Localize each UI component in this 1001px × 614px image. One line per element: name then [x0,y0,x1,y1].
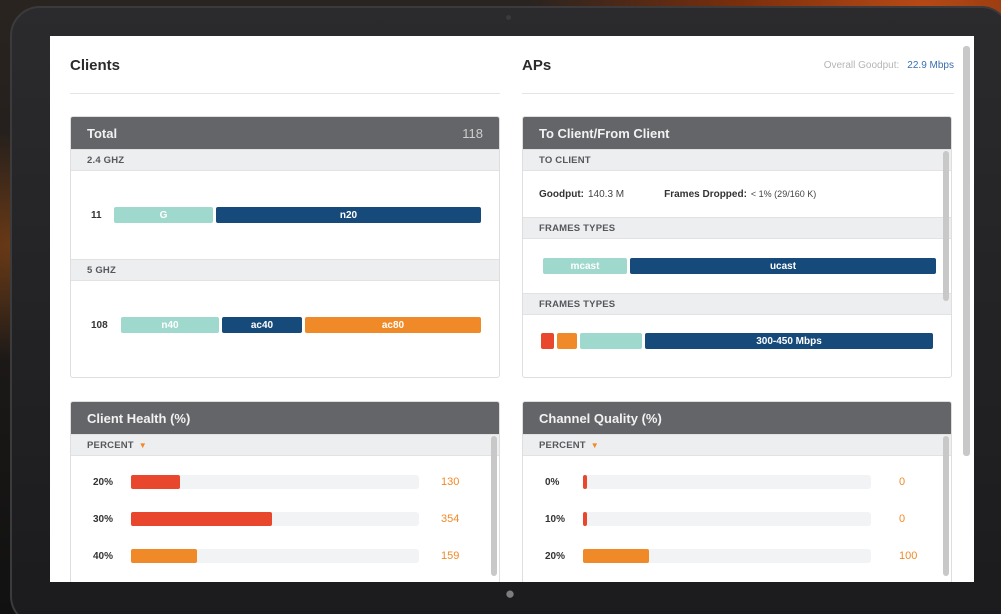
channel-quality-sort-label: PERCENT [539,439,586,451]
channel-quality-row-value: 100 [899,550,918,562]
clients-title: Clients [70,57,121,74]
traffic-card-header: To Client/From Client [523,117,951,149]
rate-row: 300-450 Mbps [523,315,951,367]
channel-quality-row-value: 0 [899,513,906,525]
client-health-row: 20% 130 [71,472,499,492]
frames-dropped-label: Frames Dropped: [664,188,747,200]
total-card-title: Total [87,125,118,141]
camera-icon [506,15,511,20]
client-health-row-value: 159 [441,550,460,562]
frame-types-row: mcast ucast [523,239,951,293]
overall-goodput-value: 22.9 Mbps [907,60,954,71]
band-24ghz-row: 11 G n20 [71,171,499,259]
band-5ghz-header: 5 GHZ [71,259,499,281]
band-5ghz-label: 5 GHZ [87,264,116,276]
to-client-header: TO CLIENT [523,149,951,171]
band-5ghz-row: 108 n40 ac40 ac80 [71,281,499,369]
goodput-value: 140.3 M [587,188,625,200]
channel-quality-card: Channel Quality (%) PERCENT ▼ 0% 0 10% 0 20%… [522,401,952,582]
total-count: 118 [462,125,483,141]
channel-quality-bar-fill[interactable] [583,549,649,563]
channel-quality-bar-track [583,512,871,526]
to-client-stats: Goodput: 140.3 M Frames Dropped: < 1% (2… [523,171,951,217]
channel-quality-rows: 0% 0 10% 0 20% 100 [523,456,951,582]
segment-ac80[interactable]: ac80 [305,317,481,333]
client-health-row-label: 20% [93,476,114,488]
page-scrollbar[interactable] [963,46,970,456]
frames-dropped-value: < 1% (29/160 K) [750,189,817,199]
segment-g[interactable]: G [114,207,213,223]
channel-quality-row-label: 0% [545,476,560,488]
channel-quality-bar-fill[interactable] [583,512,587,526]
client-health-bar-track [131,512,419,526]
band-24ghz-header: 2.4 GHZ [71,149,499,171]
segment-n20[interactable]: n20 [216,207,481,223]
channel-quality-row: 20% 100 [523,546,951,566]
client-health-sort[interactable]: PERCENT ▼ [71,434,499,456]
segment-n40[interactable]: n40 [121,317,219,333]
caret-down-icon: ▼ [138,440,147,450]
segment-ac40[interactable]: ac40 [222,317,302,333]
overall-goodput-label: Overall Goodput: [823,60,900,71]
client-health-row-value: 354 [441,513,460,525]
channel-quality-row: 10% 0 [523,509,951,529]
client-health-bar-fill[interactable] [131,475,180,489]
client-health-bar-fill[interactable] [131,512,272,526]
total-card-header: Total 118 [71,117,499,149]
band-24ghz-count: 11 [91,209,102,221]
client-health-scrollbar[interactable] [491,436,497,576]
client-health-row: 30% 354 [71,509,499,529]
frame-types-header-2: FRAMES TYPES [523,293,951,315]
frame-types-label-2: FRAMES TYPES [539,298,616,310]
segment-rate-3[interactable] [580,333,642,349]
band-5ghz-count: 108 [91,319,108,331]
channel-quality-row: 0% 0 [523,472,951,492]
channel-quality-row-label: 20% [545,550,566,562]
client-health-bar-track [131,475,419,489]
total-clients-card: Total 118 2.4 GHZ 11 G n20 5 GHZ 108 n40… [70,116,500,378]
aps-title: APs [522,57,552,74]
aps-header: APs Overall Goodput: 22.9 Mbps [522,36,954,94]
channel-quality-bar-track [583,549,871,563]
channel-quality-sort[interactable]: PERCENT ▼ [523,434,951,456]
client-health-card: Client Health (%) PERCENT ▼ 20% 130 30% 354… [70,401,500,582]
apple-logo-icon: ● [504,584,516,603]
traffic-card-title: To Client/From Client [539,125,670,141]
segment-rate-1[interactable] [541,333,554,349]
client-health-header: Client Health (%) [71,402,499,434]
frame-types-header-1: FRAMES TYPES [523,217,951,239]
segment-rate-2[interactable] [557,333,577,349]
client-health-row-value: 130 [441,476,460,488]
dashboard-screen: Clients Total 118 2.4 GHZ 11 G n20 5 GHZ… [50,36,974,582]
overall-goodput: Overall Goodput: 22.9 Mbps [824,60,954,71]
client-health-title: Client Health (%) [87,410,191,426]
client-health-row: 40% 159 [71,546,499,566]
channel-quality-scrollbar[interactable] [943,436,949,576]
goodput-label: Goodput: [539,188,584,200]
to-client-label: TO CLIENT [539,154,591,166]
client-health-bar-fill[interactable] [131,549,197,563]
channel-quality-row-label: 10% [545,513,566,525]
channel-quality-title: Channel Quality (%) [539,410,662,426]
client-health-row-label: 30% [93,513,114,525]
clients-header: Clients [70,36,500,94]
aps-column: APs Overall Goodput: 22.9 Mbps [522,36,954,94]
clients-column: Clients [70,36,500,94]
segment-ucast[interactable]: ucast [630,258,936,274]
traffic-scrollbar[interactable] [943,151,949,301]
segment-rate-4[interactable]: 300-450 Mbps [645,333,933,349]
client-health-sort-label: PERCENT [87,439,134,451]
channel-quality-bar-fill[interactable] [583,475,587,489]
client-health-bar-track [131,549,419,563]
channel-quality-header: Channel Quality (%) [523,402,951,434]
segment-mcast[interactable]: mcast [543,258,627,274]
client-health-row-label: 40% [93,550,114,562]
frame-types-label-1: FRAMES TYPES [539,222,616,234]
channel-quality-row-value: 0 [899,476,906,488]
client-health-rows: 20% 130 30% 354 40% 159 [71,456,499,582]
caret-down-icon: ▼ [590,440,599,450]
band-24ghz-label: 2.4 GHZ [87,154,125,166]
traffic-card: To Client/From Client TO CLIENT Goodput:… [522,116,952,378]
channel-quality-bar-track [583,475,871,489]
